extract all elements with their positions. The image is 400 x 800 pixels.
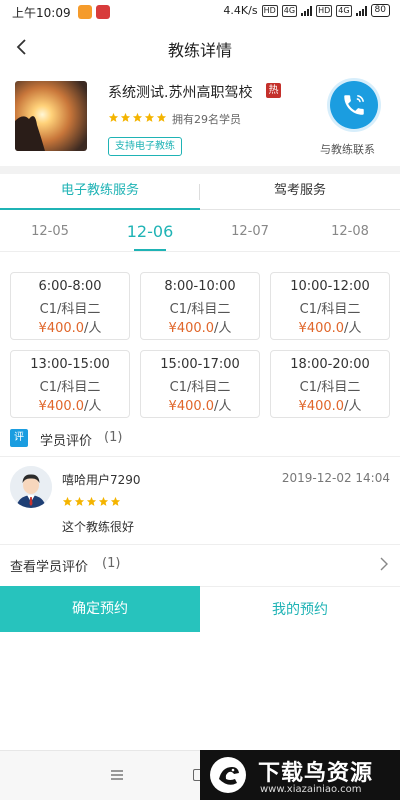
time-slot-card[interactable]: 10:00-12:00 C1/科目二 ¥400.0/人 [270, 272, 390, 340]
coach-rating [108, 112, 167, 124]
slot-course: C1/科目二 [299, 380, 361, 395]
date-item[interactable]: 12-07 [200, 212, 300, 252]
star-icon [144, 112, 155, 122]
slot-course: C1/科目二 [169, 380, 231, 395]
date-selector: 12-05 12-06 12-07 12-08 [0, 212, 400, 252]
review-rating [62, 496, 121, 507]
network-speed: 4.4K/s [223, 4, 258, 17]
review-badge-icon: 评 [10, 429, 28, 447]
date-item[interactable]: 12-05 [0, 212, 100, 252]
hot-badge: 热 [266, 83, 281, 98]
divider [0, 544, 400, 545]
star-icon [98, 496, 109, 506]
star-icon [156, 112, 167, 122]
date-selected-indicator [134, 249, 166, 251]
time-slot-card[interactable]: 15:00-17:00 C1/科目二 ¥400.0/人 [140, 350, 260, 418]
date-item[interactable]: 12-08 [300, 212, 400, 252]
tab-driving-test[interactable]: 驾考服务 [200, 174, 400, 210]
slot-course: C1/科目二 [39, 380, 101, 395]
watermark-title: 下载鸟资源 [258, 761, 374, 786]
chevron-right-icon [380, 557, 388, 571]
slot-unit: /人 [84, 321, 102, 336]
lte-tag: 4G [336, 4, 352, 17]
tab-separator [199, 184, 200, 200]
star-icon [108, 112, 119, 122]
slot-price: ¥400.0 [298, 399, 345, 414]
star-icon [86, 496, 97, 506]
watermark-url: www.xiazainiao.com [260, 784, 362, 795]
slot-price: ¥400.0 [298, 321, 345, 336]
reviewer-name: 嘻哈用户7290 [62, 473, 141, 487]
time-slot-card[interactable]: 13:00-15:00 C1/科目二 ¥400.0/人 [10, 350, 130, 418]
hd-tag: HD [316, 4, 333, 17]
signal-icon [355, 5, 367, 16]
slot-price: ¥400.0 [38, 399, 85, 414]
watermark-banner: 下载鸟资源 www.xiazainiao.com [200, 750, 400, 800]
time-slot-card[interactable]: 18:00-20:00 C1/科目二 ¥400.0/人 [270, 350, 390, 418]
nav-bar: 教练详情 [0, 24, 400, 70]
time-slot-card[interactable]: 8:00-10:00 C1/科目二 ¥400.0/人 [140, 272, 260, 340]
slot-time: 18:00-20:00 [290, 357, 370, 372]
tab-electronic-coach[interactable]: 电子教练服务 [0, 174, 200, 210]
slot-unit: /人 [84, 399, 102, 414]
slot-unit: /人 [214, 321, 232, 336]
service-tabs: 电子教练服务 驾考服务 [0, 174, 400, 210]
star-icon [74, 496, 85, 506]
slot-course: C1/科目二 [39, 302, 101, 317]
slot-course: C1/科目二 [169, 302, 231, 317]
slot-price: ¥400.0 [168, 399, 215, 414]
status-indicators: 4.4K/s HD 4G HD 4G 80 [223, 4, 390, 17]
phone-icon [344, 95, 364, 115]
battery-icon: 80 [370, 4, 390, 17]
star-icon [62, 496, 73, 506]
hd-tag: HD [261, 4, 278, 17]
coach-avatar [15, 81, 87, 151]
date-item-selected[interactable]: 12-06 [100, 212, 200, 252]
time-slot-card[interactable]: 6:00-8:00 C1/科目二 ¥400.0/人 [10, 272, 130, 340]
app-notification-icon [78, 5, 92, 19]
review-text: 这个教练很好 [62, 520, 135, 534]
contact-coach-label[interactable]: 与教练联系 [320, 141, 375, 157]
contact-coach-button[interactable] [330, 81, 378, 129]
slot-time: 13:00-15:00 [30, 357, 110, 372]
slot-time: 15:00-17:00 [160, 357, 240, 372]
slot-price: ¥400.0 [38, 321, 85, 336]
status-time: 上午10:09 [12, 6, 71, 20]
app-notification-icon [96, 5, 110, 19]
confirm-booking-button[interactable]: 确定预约 [0, 586, 200, 632]
status-bar: 上午10:09 4.4K/s HD 4G HD 4G 80 [0, 0, 400, 24]
coach-name: 系统测试.苏州高职驾校 [108, 85, 253, 101]
lte-tag: 4G [281, 4, 298, 17]
review-time: 2019-12-02 14:04 [281, 471, 390, 485]
slot-course: C1/科目二 [299, 302, 361, 317]
slot-time: 6:00-8:00 [38, 279, 102, 294]
view-reviews-row[interactable]: 查看学员评价 (1) [0, 546, 400, 584]
signal-icon [301, 5, 313, 16]
student-count: 拥有29名学员 [172, 113, 241, 126]
support-tag: 支持电子教练 [108, 137, 182, 156]
star-icon [120, 112, 131, 122]
reviews-count: (1) [104, 430, 123, 445]
reviews-title: 学员评价 [40, 434, 93, 449]
view-reviews-count: (1) [102, 556, 121, 571]
view-reviews-label: 查看学员评价 [10, 560, 89, 575]
slot-unit: /人 [214, 399, 232, 414]
section-divider [0, 166, 400, 174]
reviewer-avatar [10, 466, 52, 508]
slot-price: ¥400.0 [168, 321, 215, 336]
bird-logo-icon [210, 757, 246, 793]
page-title: 教练详情 [167, 41, 232, 60]
star-icon [110, 496, 121, 506]
slot-unit: /人 [344, 321, 362, 336]
coach-card: 系统测试.苏州高职驾校 热 拥有29名学员 支持电子教练 与教练联系 [0, 70, 400, 166]
my-bookings-button[interactable]: 我的预约 [200, 586, 400, 632]
slot-time: 10:00-12:00 [290, 279, 370, 294]
star-icon [132, 112, 143, 122]
menu-icon[interactable] [111, 769, 123, 781]
slot-unit: /人 [344, 399, 362, 414]
slot-time: 8:00-10:00 [164, 279, 236, 294]
divider [0, 456, 400, 457]
